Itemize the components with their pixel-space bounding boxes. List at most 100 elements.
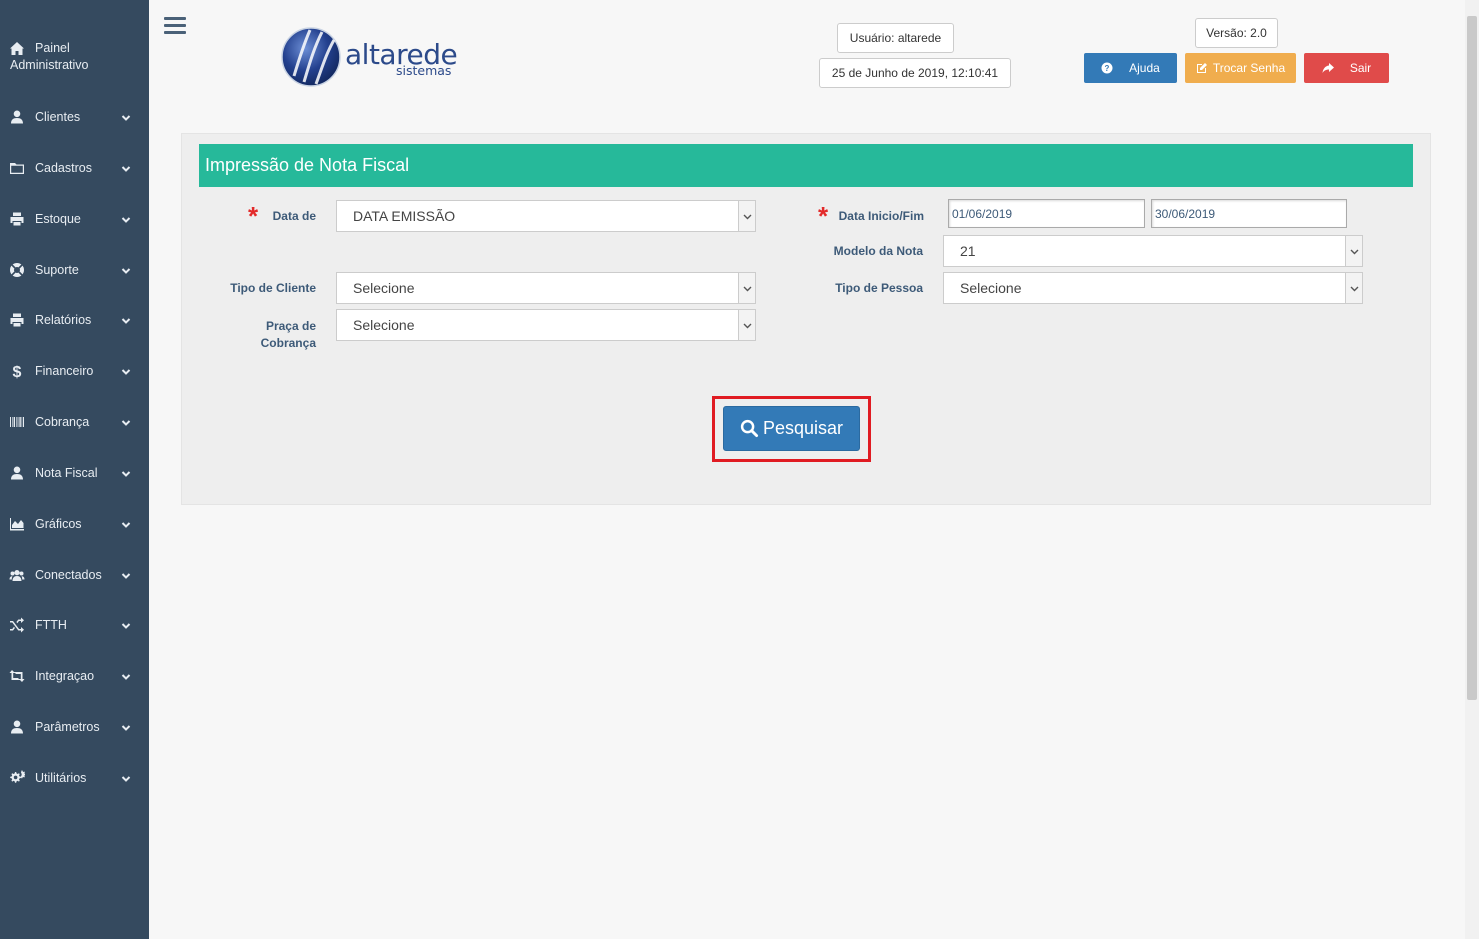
scrollbar-thumb[interactable] (1467, 16, 1477, 700)
required-marker: * (818, 201, 829, 231)
sidebar-item-estoque[interactable]: Estoque (0, 211, 149, 227)
sidebar-item-label: Suporte (35, 263, 79, 277)
hamburger-menu-icon[interactable] (164, 17, 186, 37)
version-info: Versão: 2.0 (1195, 18, 1278, 48)
chevron-down-icon (738, 273, 755, 303)
tipo-pessoa-value: Selecione (960, 280, 1022, 296)
chevron-down-icon (121, 366, 131, 376)
panel-title: Impressão de Nota Fiscal (199, 144, 1413, 187)
sidebar-item-clientes[interactable]: Clientes (0, 109, 149, 125)
sidebar-item-label: FTTH (35, 618, 67, 632)
modelo-nota-label: Modelo da Nota (833, 244, 923, 258)
chevron-down-icon (121, 468, 131, 478)
chevron-down-icon (1345, 236, 1362, 266)
sidebar-item-graficos[interactable]: Gráficos (0, 516, 149, 532)
sidebar-item-financeiro[interactable]: $ Financeiro (0, 363, 149, 379)
sidebar-item-label: Cobrança (35, 415, 90, 429)
data-de-label: Data de (272, 209, 316, 223)
sidebar-item-nota-fiscal[interactable]: Nota Fiscal (0, 465, 149, 481)
sidebar-item-label: Utilitários (35, 771, 87, 785)
cogs-icon (9, 770, 25, 786)
data-fim-input[interactable]: 30/06/2019 (1151, 199, 1347, 228)
sidebar-item-suporte[interactable]: Suporte (0, 262, 149, 278)
print-icon (9, 211, 25, 227)
praca-cobranca-select[interactable]: Selecione (336, 309, 756, 341)
chevron-down-icon (121, 570, 131, 580)
sidebar: Painel Administrativo Clientes Cadastros E… (0, 0, 149, 939)
help-button[interactable]: ? Ajuda (1084, 53, 1177, 83)
sidebar-item-utilitarios[interactable]: Utilitários (0, 770, 149, 786)
user-icon (9, 465, 25, 481)
sidebar-item-conectados[interactable]: Conectados (0, 567, 149, 583)
users-icon (9, 567, 25, 583)
random-icon (9, 617, 25, 633)
sidebar-item-ftth[interactable]: FTTH (0, 617, 149, 633)
chevron-down-icon (121, 620, 131, 630)
sidebar-item-label: Estoque (35, 212, 81, 226)
sidebar-item-label: Parâmetros (35, 720, 100, 734)
datetime-info: 25 de Junho de 2019, 12:10:41 (819, 58, 1011, 88)
chevron-down-icon (121, 773, 131, 783)
edit-icon (1196, 63, 1207, 73)
sidebar-item-parametros[interactable]: Parâmetros (0, 719, 149, 735)
svg-text:?: ? (1105, 64, 1110, 73)
chevron-down-icon (1345, 273, 1362, 303)
chevron-down-icon (121, 112, 131, 122)
sidebar-item-label: Conectados (35, 568, 102, 582)
sidebar-item-cobranca[interactable]: Cobrança (0, 414, 149, 430)
sidebar-item-label: Financeiro (35, 364, 94, 378)
chevron-down-icon (121, 265, 131, 275)
chevron-down-icon (121, 417, 131, 427)
chevron-down-icon (121, 214, 131, 224)
search-icon (740, 419, 759, 438)
search-button[interactable]: Pesquisar (723, 406, 860, 451)
tipo-cliente-label: Tipo de Cliente (230, 281, 316, 295)
logout-button[interactable]: Sair (1304, 53, 1389, 83)
sidebar-item-relatorios[interactable]: Relatórios (0, 312, 149, 328)
sidebar-item-label: Gráficos (35, 517, 82, 531)
sidebar-item-label: Administrativo (10, 58, 89, 72)
logout-button-label: Sair (1349, 61, 1372, 75)
user-icon (9, 109, 25, 125)
share-arrow-icon (1322, 63, 1334, 73)
tipo-pessoa-select[interactable]: Selecione (943, 272, 1363, 304)
sidebar-item-label: Relatórios (35, 313, 92, 327)
chevron-down-icon (738, 201, 755, 231)
praca-cobranca-value: Selecione (353, 317, 415, 333)
tipo-pessoa-label: Tipo de Pessoa (835, 281, 923, 295)
user-info: Usuário: altarede (837, 23, 954, 53)
sidebar-item-label: Nota Fiscal (35, 466, 98, 480)
change-password-button[interactable]: Trocar Senha (1185, 53, 1296, 83)
dollar-icon: $ (9, 363, 25, 379)
search-button-label: Pesquisar (762, 418, 844, 438)
sidebar-item-painel-administrativo[interactable]: Painel Administrativo (0, 40, 149, 74)
data-inicio-input[interactable]: 01/06/2019 (948, 199, 1145, 228)
praca-cobranca-label: Praça de Cobrança (260, 319, 316, 350)
tipo-cliente-select[interactable]: Selecione (336, 272, 756, 304)
question-circle-icon: ? (1101, 62, 1113, 74)
sidebar-item-label: Clientes (35, 110, 81, 124)
user-icon (9, 719, 25, 735)
barcode-icon (9, 414, 25, 430)
modelo-nota-value: 21 (960, 243, 976, 259)
sidebar-item-label: Painel (35, 41, 70, 55)
modelo-nota-select[interactable]: 21 (943, 235, 1363, 267)
lifebuoy-icon (9, 262, 25, 278)
folder-icon (9, 160, 25, 176)
home-icon (9, 41, 25, 57)
logo-subtext: sistemas (396, 63, 452, 78)
chevron-down-icon (121, 722, 131, 732)
chevron-down-icon (121, 163, 131, 173)
area-chart-icon (9, 516, 25, 532)
data-inicio-fim-label: Data Inicio/Fim (838, 209, 924, 223)
retweet-icon (9, 668, 25, 684)
print-icon (9, 312, 25, 328)
chevron-down-icon (121, 519, 131, 529)
sidebar-item-cadastros[interactable]: Cadastros (0, 160, 149, 176)
sidebar-item-label: Cadastros (35, 161, 92, 175)
chevron-down-icon (121, 671, 131, 681)
sidebar-item-integracao[interactable]: Integraçao (0, 668, 149, 684)
svg-text:$: $ (13, 364, 22, 379)
data-de-select[interactable]: DATA EMISSÃO (336, 200, 756, 232)
tipo-cliente-value: Selecione (353, 280, 415, 296)
